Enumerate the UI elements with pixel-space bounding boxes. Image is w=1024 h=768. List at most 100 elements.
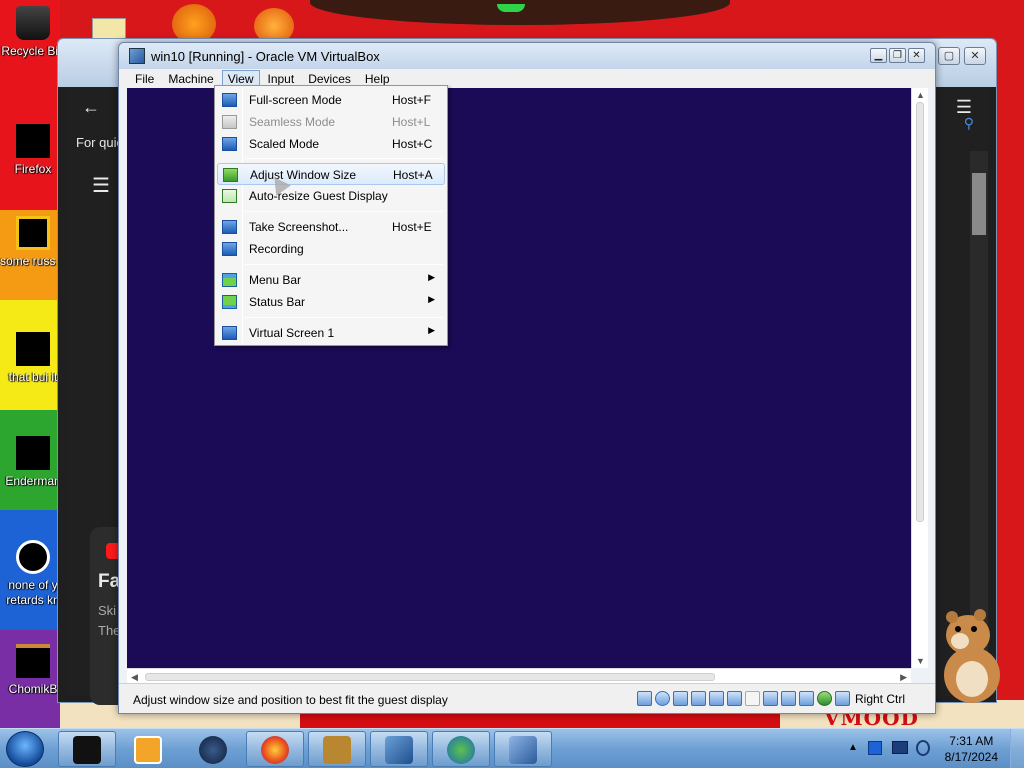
vertical-scrollbar-thumb[interactable] <box>916 102 924 522</box>
usb-icon[interactable] <box>726 691 742 706</box>
menu-item-label: Auto-resize Guest Display <box>249 189 388 203</box>
hamburger-icon[interactable]: ☰ <box>92 173 110 198</box>
menu-item-virtual-screen-1[interactable]: Virtual Screen 1 ▶ <box>217 322 445 344</box>
wallpaper-character-head <box>310 0 730 25</box>
taskbar-app-virtualbox[interactable] <box>370 731 428 767</box>
card-text: Ski <box>98 603 117 618</box>
recording-icon <box>222 242 237 256</box>
vertical-scrollbar[interactable]: ▲ ▼ <box>911 88 928 668</box>
virtualbox-icon <box>129 48 145 64</box>
firefox-icon <box>16 124 50 158</box>
taskbar-app-firefox[interactable] <box>246 731 304 767</box>
close-button[interactable]: ✕ <box>908 48 925 63</box>
hard-disk-icon[interactable] <box>636 691 652 706</box>
vm-window-icon <box>509 736 537 764</box>
file-icon <box>16 436 50 470</box>
floppy-icon[interactable] <box>672 691 688 706</box>
menu-bar-icon <box>222 273 237 287</box>
menu-item-shortcut: Host+E <box>392 220 432 234</box>
menu-file[interactable]: File <box>129 70 160 88</box>
menu-item-status-bar[interactable]: Status Bar ▶ <box>217 291 445 313</box>
show-hidden-icons-icon[interactable]: ▲ <box>848 742 858 753</box>
scroll-up-icon[interactable]: ▲ <box>916 90 925 100</box>
menu-separator <box>245 264 443 265</box>
scroll-left-icon[interactable]: ◀ <box>131 672 138 683</box>
menu-item-scaled-mode[interactable]: Scaled Mode Host+C <box>217 133 445 155</box>
clock[interactable]: 7:31 AM 8/17/2024 <box>945 733 998 765</box>
mouse-integration-icon[interactable] <box>834 691 850 706</box>
close-button[interactable]: ✕ <box>964 47 986 65</box>
volume-icon[interactable] <box>916 740 930 756</box>
cpu-icon[interactable] <box>798 691 814 706</box>
file-icon <box>16 540 50 574</box>
recording-icon[interactable] <box>780 691 796 706</box>
menu-separator <box>245 158 443 159</box>
tray-app-icon[interactable] <box>868 741 882 755</box>
submenu-arrow-icon: ▶ <box>428 272 435 282</box>
menu-item-recording[interactable]: Recording <box>217 238 445 260</box>
restore-button[interactable]: ❐ <box>889 48 906 63</box>
browser-text: For quic <box>76 135 123 150</box>
virtualization-icon[interactable] <box>816 691 832 706</box>
network-icon[interactable] <box>708 691 724 706</box>
menu-item-label: Seamless Mode <box>249 115 336 129</box>
menu-item-label: Menu Bar <box>249 273 302 287</box>
menu-machine[interactable]: Machine <box>162 70 219 88</box>
menu-item-label: Take Screenshot... <box>249 220 349 234</box>
app-orb-icon <box>199 736 227 764</box>
optical-drive-icon[interactable] <box>654 691 670 706</box>
taskbar-app-terminal[interactable] <box>58 731 116 767</box>
menu-item-label: Adjust Window Size <box>250 168 357 182</box>
display-icon[interactable] <box>762 691 778 706</box>
maximize-button[interactable]: ▢ <box>938 47 960 65</box>
scroll-down-icon[interactable]: ▼ <box>916 656 925 666</box>
scaled-mode-icon <box>222 137 237 151</box>
adjust-window-icon <box>223 168 238 182</box>
file-icon <box>16 332 50 366</box>
menu-item-shortcut: Host+A <box>393 168 433 182</box>
chomikbox-icon <box>323 736 351 764</box>
menu-item-shortcut: Host+F <box>392 93 432 107</box>
menu-item-seamless-mode[interactable]: Seamless Mode Host+L <box>217 111 445 133</box>
minimize-button[interactable]: ▁ <box>870 48 887 63</box>
menu-item-menu-bar[interactable]: Menu Bar ▶ <box>217 269 445 291</box>
media-player-icon <box>134 736 162 764</box>
taskbar-app-orb[interactable] <box>184 731 242 767</box>
download-manager-icon <box>447 736 475 764</box>
taskbar-app-chomikbox[interactable] <box>308 731 366 767</box>
taskbar: ▲ 7:31 AM 8/17/2024 <box>0 728 1024 768</box>
window-title: win10 [Running] - Oracle VM VirtualBox <box>151 49 380 64</box>
menu-separator <box>245 211 443 212</box>
search-icon[interactable]: ⚲ <box>964 115 974 132</box>
menu-item-auto-resize-guest-display[interactable]: Auto-resize Guest Display <box>217 185 445 207</box>
menu-item-label: Virtual Screen 1 <box>249 326 335 340</box>
menu-item-full-screen-mode[interactable]: Full-screen Mode Host+F <box>217 89 445 111</box>
menu-item-take-screenshot[interactable]: Take Screenshot... Host+E <box>217 216 445 238</box>
browser-scrollbar-thumb[interactable] <box>972 173 986 235</box>
horizontal-scrollbar-thumb[interactable] <box>145 673 715 681</box>
status-text: Adjust window size and position to best … <box>133 693 448 707</box>
taskbar-app-download-manager[interactable] <box>432 731 490 767</box>
menu-item-label: Recording <box>249 242 304 256</box>
start-button[interactable] <box>6 731 44 767</box>
back-arrow-icon[interactable]: ← <box>82 97 100 118</box>
terminal-icon <box>73 736 101 764</box>
taskbar-app-win10-vm[interactable] <box>494 731 552 767</box>
seamless-icon <box>222 115 237 129</box>
recycle-bin-icon <box>16 6 50 40</box>
audio-icon[interactable] <box>690 691 706 706</box>
menu-item-adjust-window-size[interactable]: Adjust Window Size Host+A <box>217 163 445 185</box>
show-desktop-button[interactable] <box>1010 729 1024 768</box>
menu-item-label: Status Bar <box>249 295 306 309</box>
host-key-label[interactable]: Right Ctrl <box>855 692 905 706</box>
firefox-icon <box>261 736 289 764</box>
vbox-titlebar[interactable]: win10 [Running] - Oracle VM VirtualBox ▁… <box>119 43 935 69</box>
view-menu-dropdown: Full-screen Mode Host+F Seamless Mode Ho… <box>214 85 448 346</box>
file-icon <box>16 644 50 678</box>
scroll-right-icon[interactable]: ▶ <box>900 672 907 683</box>
taskbar-app-media[interactable] <box>119 731 177 767</box>
shared-folders-icon[interactable] <box>744 691 760 706</box>
menu-separator <box>245 317 443 318</box>
file-icon <box>16 216 50 250</box>
network-icon[interactable] <box>892 741 908 754</box>
